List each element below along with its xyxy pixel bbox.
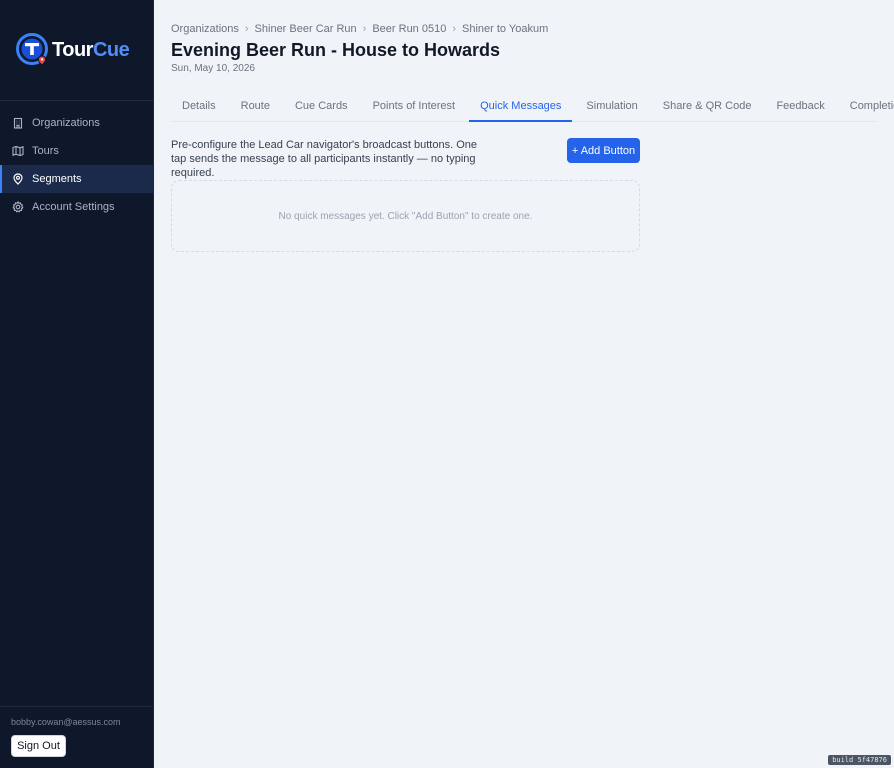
sidebar-item-label: Account Settings	[32, 201, 115, 213]
tab-share-qr-code[interactable]: Share & QR Code	[652, 94, 763, 122]
chevron-right-icon: ›	[244, 23, 249, 35]
chevron-right-icon: ›	[362, 23, 367, 35]
tab-completions[interactable]: Completions	[839, 94, 894, 122]
building-icon	[12, 117, 24, 129]
build-tag: build 5f47876	[828, 755, 891, 765]
empty-state-text: No quick messages yet. Click "Add Button…	[278, 210, 533, 222]
sidebar-item-account-settings[interactable]: Account Settings	[0, 193, 153, 221]
sidebar-item-organizations[interactable]: Organizations	[0, 109, 153, 137]
chevron-right-icon: ›	[452, 23, 456, 35]
tab-quick-messages[interactable]: Quick Messages	[469, 94, 573, 122]
sidebar-item-tours[interactable]: Tours	[0, 137, 153, 165]
tourcue-logo-icon	[16, 31, 48, 69]
sidebar-footer-divider	[0, 706, 154, 707]
tab-cue-cards[interactable]: Cue Cards	[284, 94, 359, 122]
sidebar-item-label: Segments	[32, 173, 82, 185]
page-title: Evening Beer Run - House to Howards	[171, 40, 501, 60]
breadcrumb-organization[interactable]: Shiner Beer Car Run	[255, 23, 357, 35]
breadcrumb-segment[interactable]: Shiner to Yoakum	[462, 23, 548, 35]
gear-icon	[12, 201, 24, 213]
tab-feedback[interactable]: Feedback	[765, 94, 835, 122]
breadcrumb-organizations[interactable]: Organizations	[171, 23, 239, 35]
brand-name-tour: Tour	[52, 38, 93, 61]
quick-messages-empty-state: No quick messages yet. Click "Add Button…	[171, 180, 640, 252]
sidebar-item-segments[interactable]: Segments	[0, 165, 153, 193]
sidebar-item-label: Organizations	[32, 117, 100, 129]
sidebar: TourCue Organizations Tours Segments Acc…	[0, 0, 154, 768]
tab-route[interactable]: Route	[230, 94, 281, 122]
brand-logo[interactable]: TourCue	[16, 31, 130, 69]
breadcrumb: Organizations › Shiner Beer Car Run › Be…	[171, 23, 548, 35]
quick-messages-description: Pre-configure the Lead Car navigator's b…	[171, 139, 478, 179]
brand-name: TourCue	[52, 38, 130, 62]
sidebar-nav: Organizations Tours Segments Account Set…	[0, 109, 153, 221]
tab-bar: Details Route Cue Cards Points of Intere…	[171, 94, 894, 122]
map-icon	[12, 145, 24, 157]
tab-details[interactable]: Details	[171, 94, 227, 122]
tab-points-of-interest[interactable]: Points of Interest	[362, 94, 467, 122]
sign-out-button[interactable]: Sign Out	[11, 735, 66, 757]
page-date: Sun, May 10, 2026	[171, 63, 255, 74]
breadcrumb-tour[interactable]: Beer Run 0510	[372, 23, 446, 35]
location-pin-icon	[12, 173, 24, 185]
tab-simulation[interactable]: Simulation	[575, 94, 648, 122]
sidebar-divider	[0, 100, 154, 101]
sidebar-item-label: Tours	[32, 145, 59, 157]
user-email: bobby.cowan@aessus.com	[11, 717, 121, 727]
brand-name-cue: Cue	[92, 38, 130, 61]
add-button[interactable]: + Add Button	[567, 138, 640, 163]
